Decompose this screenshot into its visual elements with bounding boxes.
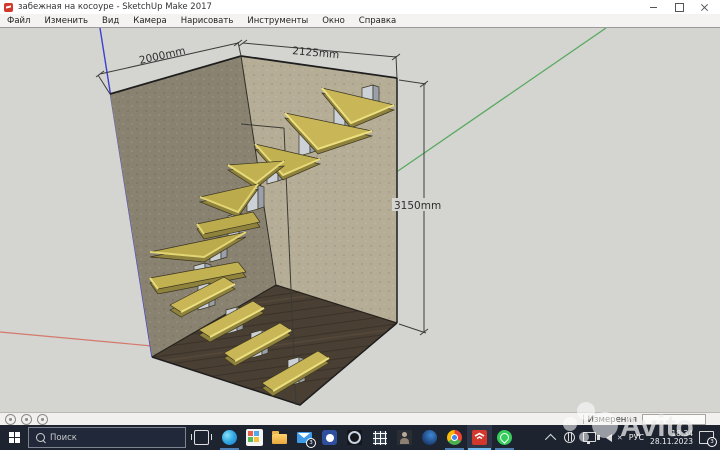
start-button[interactable] (0, 425, 28, 450)
3d-viewport[interactable]: 2000mm 2125mm 3150mm (0, 27, 720, 412)
dimension-height: 3150mm (394, 200, 441, 212)
menu-camera[interactable]: Камера (126, 16, 174, 26)
menu-view[interactable]: Вид (95, 16, 126, 26)
calculator-icon[interactable] (367, 425, 392, 450)
sketchup-taskbar-icon[interactable] (467, 425, 492, 450)
screen: забежная на косоуре - SketchUp Make 2017… (0, 0, 720, 450)
credits-icon[interactable] (21, 414, 32, 425)
network-icon[interactable] (563, 432, 575, 443)
menu-edit[interactable]: Изменить (37, 16, 95, 26)
sketchup-app-icon (4, 2, 13, 12)
tray-expand-icon[interactable] (544, 433, 557, 445)
task-view-icon[interactable] (191, 430, 212, 445)
notification-icon[interactable]: 3 (699, 431, 717, 447)
model-scene: 2000mm 2125mm 3150mm (0, 27, 720, 412)
clock[interactable]: 18:34 28.11.2023 (650, 429, 693, 446)
maximize-icon[interactable] (666, 1, 692, 13)
system-tray: ✕ РУС 18:34 28.11.2023 3 (544, 425, 720, 450)
menu-draw[interactable]: Нарисовать (174, 16, 241, 26)
geolocation-icon[interactable] (5, 414, 16, 425)
menu-file[interactable]: Файл (0, 16, 37, 26)
window-controls (640, 1, 718, 13)
photos-icon[interactable] (342, 425, 367, 450)
taskbar: Поиск 3 ✕ РУС 18:34 28.11.2023 3 (0, 425, 720, 450)
title-bar: забежная на косоуре - SketchUp Make 2017 (0, 0, 720, 15)
menu-tools[interactable]: Инструменты (240, 16, 315, 26)
taskbar-search-input[interactable]: Поиск (28, 427, 186, 448)
menu-help[interactable]: Справка (352, 16, 403, 26)
language-indicator[interactable]: РУС (629, 433, 644, 442)
volume-muted-icon[interactable] (596, 433, 612, 442)
menu-window[interactable]: Окно (315, 16, 352, 26)
minimize-icon[interactable] (640, 1, 666, 13)
search-placeholder: Поиск (50, 432, 77, 443)
whatsapp-icon[interactable] (492, 425, 517, 450)
status-bar: Измерения (0, 412, 720, 426)
measurements-input[interactable] (642, 414, 706, 425)
volume-muted-x: ✕ (616, 433, 623, 442)
windows-logo-icon (8, 432, 20, 443)
file-explorer-icon[interactable] (267, 425, 292, 450)
contact-icon[interactable] (392, 425, 417, 450)
store-icon[interactable] (242, 425, 267, 450)
search-icon (36, 433, 45, 442)
measurements-label: Измерения (587, 414, 637, 425)
close-icon[interactable] (692, 1, 718, 13)
browser-icon[interactable] (417, 425, 442, 450)
window-title: забежная на косоуре - SketchUp Make 2017 (18, 2, 212, 12)
messenger-icon[interactable] (317, 425, 342, 450)
display-icon[interactable] (582, 431, 596, 444)
notification-badge: 3 (707, 437, 717, 447)
mail-badge: 3 (306, 438, 316, 448)
tray-date: 28.11.2023 (650, 436, 693, 446)
chrome-icon[interactable] (442, 425, 467, 450)
menu-bar: Файл Изменить Вид Камера Нарисовать Инст… (0, 14, 720, 28)
mail-icon[interactable]: 3 (292, 425, 317, 450)
separator (582, 415, 584, 424)
signin-icon[interactable] (37, 414, 48, 425)
edge-icon[interactable] (217, 425, 242, 450)
